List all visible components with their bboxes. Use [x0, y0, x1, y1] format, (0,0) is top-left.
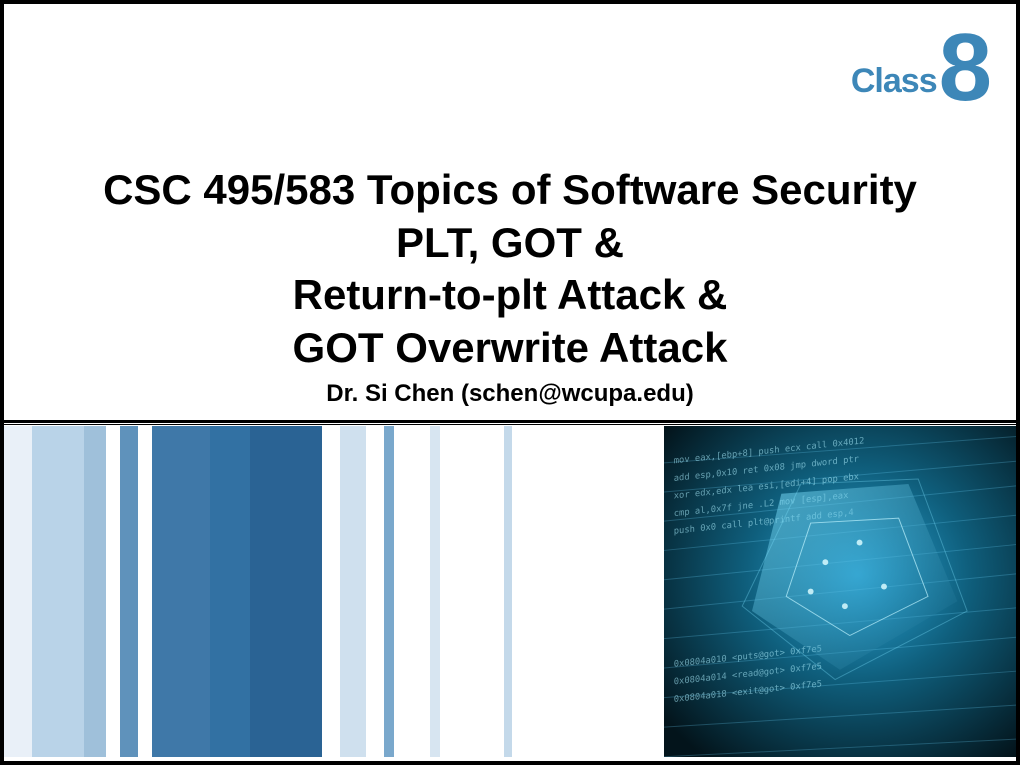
bar [84, 426, 106, 757]
slide: Class 8 CSC 495/583 Topics of Software S… [0, 0, 1020, 765]
title-line-2: PLT, GOT & [4, 217, 1016, 270]
bar [430, 426, 440, 757]
title-line-4: GOT Overwrite Attack [4, 322, 1016, 375]
bar [250, 426, 322, 757]
bar [120, 426, 138, 757]
bar [138, 426, 152, 757]
bar [394, 426, 430, 757]
bar [366, 426, 384, 757]
bar [340, 426, 366, 757]
slide-inner: Class 8 CSC 495/583 Topics of Software S… [4, 4, 1016, 761]
bar [384, 426, 394, 757]
bar [322, 426, 340, 757]
bar [32, 426, 84, 757]
title-line-3: Return-to-plt Attack & [4, 269, 1016, 322]
bar [106, 426, 120, 757]
divider-thin [4, 424, 1016, 425]
author-line: Dr. Si Chen (schen@wcupa.edu) [4, 380, 1016, 408]
bar [152, 426, 210, 757]
bar [440, 426, 504, 757]
class-label: Class [851, 62, 937, 101]
footer-band: mov eax,[ebp+8] push ecx call 0x4012 add… [4, 426, 1016, 757]
divider-thick [4, 420, 1016, 423]
bar [4, 426, 32, 757]
bar [512, 426, 664, 757]
class-badge: Class 8 [851, 32, 988, 109]
title-block: CSC 495/583 Topics of Software Security … [4, 164, 1016, 408]
blue-bars [4, 426, 664, 757]
decorative-code-image: mov eax,[ebp+8] push ecx call 0x4012 add… [664, 426, 1016, 757]
bar [504, 426, 512, 757]
class-number: 8 [939, 32, 988, 104]
title-line-1: CSC 495/583 Topics of Software Security [4, 164, 1016, 217]
bar [210, 426, 250, 757]
